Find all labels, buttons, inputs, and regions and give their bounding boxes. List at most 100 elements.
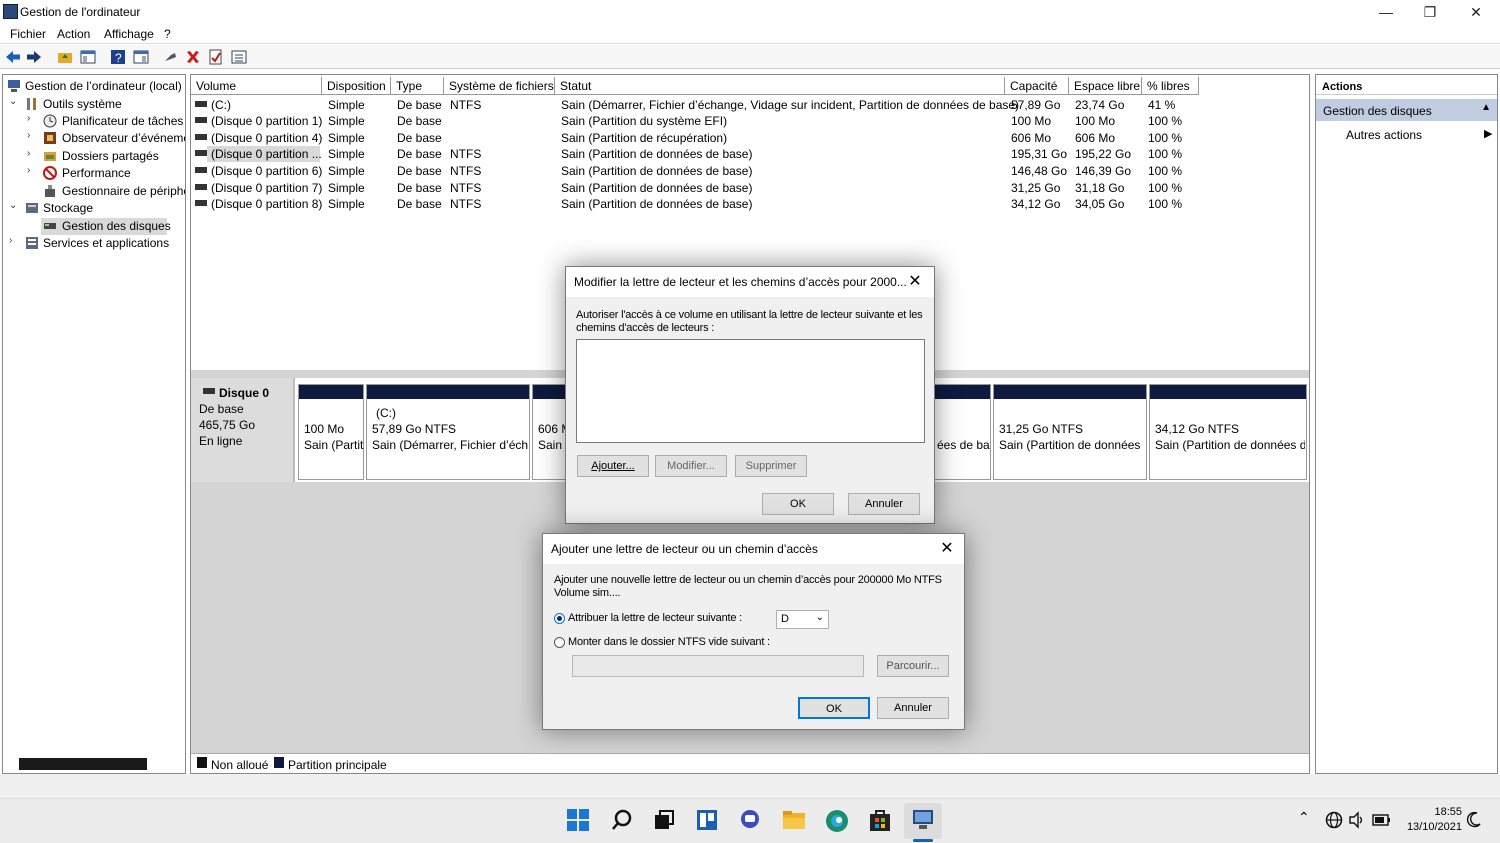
- tree-label: Dossiers partagés: [62, 149, 159, 163]
- chevron-down-icon[interactable]: ⌄: [9, 96, 19, 107]
- drive-paths-listbox[interactable]: [576, 339, 925, 443]
- help-icon[interactable]: ?: [110, 49, 126, 65]
- ok-button[interactable]: OK: [762, 493, 834, 515]
- table-row[interactable]: (Disque 0 partition 1) Simple De base Sa…: [191, 113, 1309, 129]
- menu-fichier[interactable]: Fichier: [10, 27, 46, 41]
- radio-assign-letter[interactable]: [554, 613, 565, 624]
- disk-info[interactable]: Disque 0 De base 465,75 Go En ligne: [191, 378, 295, 482]
- tree-root[interactable]: Gestion de l’ordinateur (local): [3, 78, 185, 95]
- col-volume[interactable]: Volume: [191, 77, 322, 95]
- chevron-right-icon[interactable]: ›: [27, 148, 37, 159]
- notification-moon-icon[interactable]: [1466, 811, 1482, 829]
- microsoft-store-icon[interactable]: [869, 808, 891, 832]
- tree-gestionnaire-peripheriques[interactable]: Gestionnaire de périphé: [3, 183, 185, 200]
- task-view-icon[interactable]: [653, 809, 675, 831]
- close-button[interactable]: ✕: [1456, 2, 1496, 22]
- list-view-icon[interactable]: [231, 49, 247, 65]
- autres-actions[interactable]: Autres actions: [1346, 128, 1422, 142]
- partition-8[interactable]: 34,12 Go NTFS Sain (Partition de données …: [1149, 384, 1307, 480]
- add-button[interactable]: Ajouter...: [577, 455, 649, 477]
- search-icon[interactable]: [611, 809, 633, 831]
- show-hide-tree-icon[interactable]: [80, 49, 96, 65]
- tree-outils-systeme[interactable]: ⌄ Outils système: [3, 96, 185, 113]
- menu-affichage[interactable]: Affichage: [104, 27, 154, 41]
- volume-icon: [195, 167, 207, 173]
- cell: De base: [397, 197, 442, 211]
- table-row[interactable]: (Disque 0 partition 6) Simple De base NT…: [191, 163, 1309, 179]
- volume-speaker-icon[interactable]: [1348, 811, 1366, 829]
- maximize-button[interactable]: ❐: [1410, 2, 1450, 22]
- radio-mount-folder-label[interactable]: Monter dans le dossier NTFS vide suivant…: [568, 636, 770, 648]
- browse-button[interactable]: Parcourir...: [877, 655, 949, 677]
- chevron-right-icon[interactable]: ›: [27, 130, 37, 141]
- radio-assign-letter-label[interactable]: Attribuer la lettre de lecteur suivante …: [568, 612, 742, 624]
- chevron-up-icon[interactable]: ⌃: [1298, 809, 1310, 826]
- widgets-icon[interactable]: [696, 809, 718, 831]
- edge-browser-icon[interactable]: [825, 809, 849, 833]
- tree-dossiers-partages[interactable]: › Dossiers partagés: [3, 148, 185, 165]
- collapse-triangle-icon[interactable]: ▲: [1481, 102, 1491, 113]
- drive-letter-select[interactable]: D ⌄: [776, 610, 829, 629]
- battery-icon[interactable]: [1372, 811, 1392, 829]
- tree-planificateur[interactable]: › Planificateur de tâches: [3, 113, 185, 130]
- chevron-down-icon[interactable]: ⌄: [9, 200, 19, 211]
- menu-action[interactable]: Action: [57, 27, 90, 41]
- table-row[interactable]: (Disque 0 partition 8) Simple De base NT…: [191, 196, 1309, 212]
- close-icon[interactable]: ✕: [932, 534, 962, 564]
- cell: 100 Mo: [1075, 114, 1116, 128]
- minimize-button[interactable]: —: [1366, 2, 1406, 22]
- ntfs-folder-path-input[interactable]: [572, 655, 864, 677]
- tree-label: Gestionnaire de périphé: [62, 184, 186, 198]
- table-row[interactable]: (Disque 0 partition 4) Simple De base Sa…: [191, 130, 1309, 146]
- table-row[interactable]: (Disque 0 partition ... Simple De base N…: [191, 146, 1309, 162]
- cancel-button[interactable]: Annuler: [877, 697, 949, 719]
- close-icon[interactable]: ✕: [900, 267, 930, 297]
- col-pct-libres[interactable]: % libres: [1142, 77, 1199, 95]
- chevron-right-icon[interactable]: ›: [27, 113, 37, 124]
- delete-button[interactable]: Supprimer: [735, 455, 807, 477]
- chevron-right-icon[interactable]: ›: [9, 235, 19, 246]
- partition-c[interactable]: (C:) 57,89 Go NTFS Sain (Démarrer, Fichier…: [366, 384, 530, 480]
- table-row[interactable]: (Disque 0 partition 7) Simple De base NT…: [191, 180, 1309, 196]
- network-globe-icon[interactable]: [1325, 811, 1343, 829]
- tree-stockage[interactable]: ⌄ Stockage: [3, 200, 185, 217]
- tree-observateur[interactable]: › Observateur d’événemen: [3, 130, 185, 147]
- col-statut[interactable]: Statut: [555, 77, 1005, 95]
- partition-efi[interactable]: 100 Mo Sain (Partiti: [298, 384, 364, 480]
- clock-date[interactable]: 13/10/2021: [1400, 821, 1462, 833]
- cancel-button[interactable]: Annuler: [848, 493, 920, 515]
- cell: De base: [397, 164, 442, 178]
- shared-folder-icon: [44, 152, 56, 161]
- menu-help[interactable]: ?: [164, 27, 171, 41]
- modify-button[interactable]: Modifier...: [655, 455, 727, 477]
- forward-arrow-icon[interactable]: [26, 49, 42, 65]
- actions-section-disk-management[interactable]: Gestion des disques ▲: [1316, 99, 1497, 121]
- teams-chat-icon[interactable]: [739, 809, 761, 831]
- ok-button[interactable]: OK: [798, 697, 870, 719]
- up-folder-icon[interactable]: [57, 49, 73, 65]
- properties-view-icon[interactable]: [133, 49, 149, 65]
- computer-management-taskbar-icon[interactable]: [911, 808, 935, 832]
- table-row[interactable]: (C:) Simple De base NTFS Sain (Démarrer,…: [191, 97, 1309, 113]
- clock-time[interactable]: 18:55: [1428, 806, 1462, 818]
- horizontal-scrollbar[interactable]: [19, 758, 147, 770]
- tree-services[interactable]: › Services et applications: [3, 235, 185, 252]
- connect-icon[interactable]: [163, 49, 179, 65]
- partition-7[interactable]: 31,25 Go NTFS Sain (Partition de données …: [993, 384, 1147, 480]
- tree-label: Gestion des disques: [62, 219, 171, 233]
- radio-mount-folder[interactable]: [554, 637, 565, 648]
- windows-start-icon[interactable]: [567, 809, 589, 831]
- partition-6[interactable]: ées de ba: [931, 384, 991, 480]
- tree-gestion-disques[interactable]: Gestion des disques: [3, 218, 185, 235]
- checklist-icon[interactable]: [208, 49, 224, 65]
- col-capacite[interactable]: Capacité: [1005, 77, 1069, 95]
- tree-performance[interactable]: › Performance: [3, 165, 185, 182]
- back-arrow-icon[interactable]: [5, 49, 21, 65]
- file-explorer-icon[interactable]: [782, 809, 806, 831]
- col-espace-libre[interactable]: Espace libre: [1069, 77, 1142, 95]
- chevron-right-icon[interactable]: ›: [27, 165, 37, 176]
- col-filesystem[interactable]: Système de fichiers: [444, 77, 555, 95]
- delete-x-icon[interactable]: [185, 49, 201, 65]
- col-type[interactable]: Type: [391, 77, 444, 95]
- col-disposition[interactable]: Disposition: [322, 77, 391, 95]
